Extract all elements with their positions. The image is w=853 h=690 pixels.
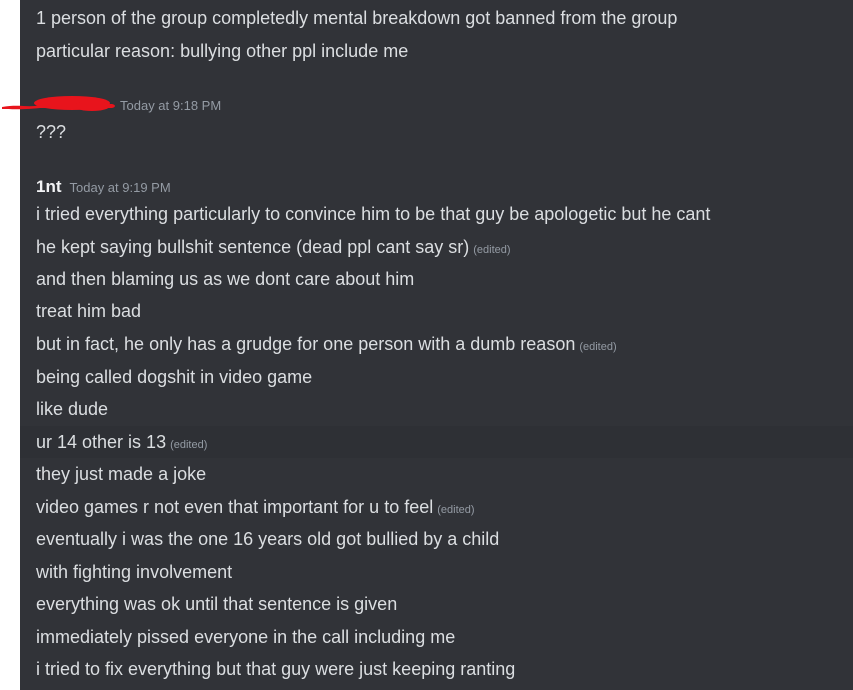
message-text: he kept saying bullshit sentence (dead p… [36, 237, 470, 257]
chat-messages: 1 person of the group completedly mental… [20, 0, 853, 690]
message-line: i tried everything particularly to convi… [36, 202, 853, 226]
message-line: being called dogshit in video game [36, 365, 853, 389]
message-line: immediately pissed everyone in the call … [36, 625, 853, 649]
message-line: they just made a joke [36, 462, 853, 486]
message-line: eventually i was the one 16 years old go… [36, 527, 853, 551]
edited-tag[interactable]: (edited) [437, 504, 474, 516]
message-text: with fighting involvement [36, 562, 233, 582]
message-text: and then blaming us as we dont care abou… [36, 269, 415, 289]
message-line: he kept saying bullshit sentence (dead p… [36, 235, 853, 262]
message-text: like dude [36, 399, 109, 419]
message-text: they just made a joke [36, 464, 207, 484]
message-line: ur 14 other is 13 (edited) [36, 430, 853, 457]
edited-tag[interactable]: (edited) [579, 341, 616, 353]
message-line: particular reason: bullying other ppl in… [36, 41, 409, 61]
message-line: but in fact, he only has a grudge for on… [36, 332, 853, 359]
message-text: being called dogshit in video game [36, 367, 313, 387]
message-line: ??? [36, 122, 67, 142]
message-text: i tried to fix everything but that guy w… [36, 659, 516, 679]
message-line: 1 person of the group completedly mental… [36, 8, 678, 28]
message-line: i tried to fix everything but that guy w… [36, 657, 853, 681]
message-text: eventually i was the one 16 years old go… [36, 529, 500, 549]
message-text: treat him bad [36, 301, 142, 321]
message-line: video games r not even that important fo… [36, 495, 853, 522]
message-line: treat him bad [36, 299, 853, 323]
message-text: immediately pissed everyone in the call … [36, 627, 456, 647]
redaction-scribble [2, 96, 115, 111]
message-text: everything was ok until that sentence is… [36, 594, 398, 614]
message-timestamp[interactable]: Today at 9:18 PM [120, 98, 221, 113]
message-header: Today at 9:18 PM [120, 95, 221, 117]
message-line: and then blaming us as we dont care abou… [36, 267, 853, 291]
message-text: but in fact, he only has a grudge for on… [36, 334, 576, 354]
edited-tag[interactable]: (edited) [170, 439, 207, 451]
message-line: with fighting involvement [36, 560, 853, 584]
message-line: like dude [36, 397, 853, 421]
message-text: video games r not even that important fo… [36, 497, 434, 517]
author-name[interactable]: 1nt [36, 177, 62, 196]
message-header: 1nt Today at 9:19 PM [36, 176, 171, 198]
message-timestamp[interactable]: Today at 9:19 PM [70, 180, 171, 195]
message-text: ur 14 other is 13 [36, 432, 167, 452]
message-text: i tried everything particularly to convi… [36, 204, 711, 224]
edited-tag[interactable]: (edited) [473, 244, 510, 256]
message-line: everything was ok until that sentence is… [36, 592, 853, 616]
